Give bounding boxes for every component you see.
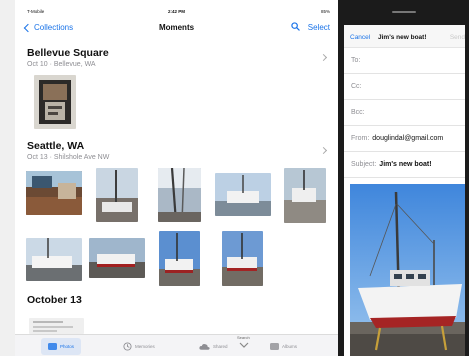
tab-albums[interactable]: Albums <box>270 338 297 355</box>
battery-label: 85% <box>320 9 330 14</box>
photo-thumbnail[interactable] <box>26 171 82 215</box>
to-field[interactable]: To: <box>344 48 465 74</box>
search-icon[interactable] <box>291 22 300 31</box>
photo-thumbnail[interactable] <box>29 318 84 334</box>
clock: 2:42 PM <box>167 9 185 14</box>
memories-icon <box>123 342 132 351</box>
tab-bar: Photos Memories Shared Albums Search <box>15 334 338 356</box>
status-bar: T-Mobile 2:42 PM 85% <box>15 9 338 19</box>
tab-label: Memories <box>135 344 155 349</box>
bcc-field[interactable]: Bcc: <box>344 100 465 126</box>
photo-stack-icon <box>48 343 57 350</box>
moment-header-october-13[interactable]: October 13 <box>27 294 330 306</box>
photo-thumbnail[interactable] <box>158 168 201 222</box>
album-icon <box>270 343 279 350</box>
photo-thumbnail[interactable] <box>34 75 76 129</box>
mail-header: Cancel Jim's new boat! Send <box>344 25 465 48</box>
device-bezel <box>0 0 15 356</box>
field-value[interactable]: douglindal@gmail.com <box>372 135 443 142</box>
from-field[interactable]: From: douglindal@gmail.com <box>344 126 465 152</box>
attached-photo[interactable] <box>350 184 465 356</box>
cloud-icon <box>199 343 210 350</box>
tab-memories[interactable]: Memories <box>123 338 155 355</box>
photo-thumbnail[interactable] <box>159 231 200 286</box>
photo-thumbnail[interactable] <box>89 238 145 278</box>
moment-title: October 13 <box>27 294 82 306</box>
moment-subtitle: Oct 13 · Shilshole Ave NW <box>27 154 110 161</box>
field-label: Bcc: <box>351 109 365 116</box>
tab-label: Photos <box>60 344 75 349</box>
send-button[interactable]: Send <box>450 34 465 41</box>
chevron-down-icon[interactable] <box>239 342 249 348</box>
moment-title: Seattle, WA <box>27 140 85 152</box>
device-bezel-right <box>465 0 469 356</box>
field-label: To: <box>351 57 361 64</box>
tab-shared[interactable]: Shared <box>199 338 228 355</box>
photos-navbar: Collections Moments Select <box>15 20 338 40</box>
select-button[interactable]: Select <box>308 23 330 32</box>
tab-photos[interactable]: Photos <box>41 338 82 355</box>
moment-subtitle: Oct 10 · Bellevue, WA <box>27 61 96 68</box>
tab-label: Shared <box>213 344 228 349</box>
tab-label: Albums <box>282 344 298 349</box>
drag-handle-icon[interactable] <box>392 11 416 13</box>
mail-compose: Cancel Jim's new boat! Send To: Cc: Bcc:… <box>344 0 465 356</box>
moment-header-seattle[interactable]: Seattle, WA Oct 13 · Shilshole Ave NW <box>27 140 330 161</box>
subject-field[interactable]: Subject: Jim's new boat! <box>344 152 465 178</box>
photo-thumbnail[interactable] <box>284 168 326 223</box>
moment-header-bellevue[interactable]: Bellevue Square Oct 10 · Bellevue, WA <box>27 47 330 68</box>
cc-field[interactable]: Cc: <box>344 74 465 100</box>
photo-thumbnail[interactable] <box>26 238 82 281</box>
cancel-button[interactable]: Cancel <box>350 34 370 41</box>
photo-thumbnail[interactable] <box>222 231 263 286</box>
moment-title: Bellevue Square <box>27 47 109 59</box>
photo-thumbnail[interactable] <box>96 168 138 222</box>
field-label: Subject: <box>351 161 377 168</box>
mail-status-bar <box>344 0 465 25</box>
search-handle-label: Search <box>237 335 250 340</box>
photo-thumbnail[interactable] <box>215 173 271 216</box>
field-value[interactable]: Jim's new boat! <box>379 161 431 168</box>
mail-title: Jim's new boat! <box>378 34 427 41</box>
field-label: From: <box>351 135 370 142</box>
photos-app: T-Mobile 2:42 PM 85% Collections Moments… <box>15 0 338 356</box>
page-title: Moments <box>158 23 195 32</box>
field-label: Cc: <box>351 83 362 90</box>
